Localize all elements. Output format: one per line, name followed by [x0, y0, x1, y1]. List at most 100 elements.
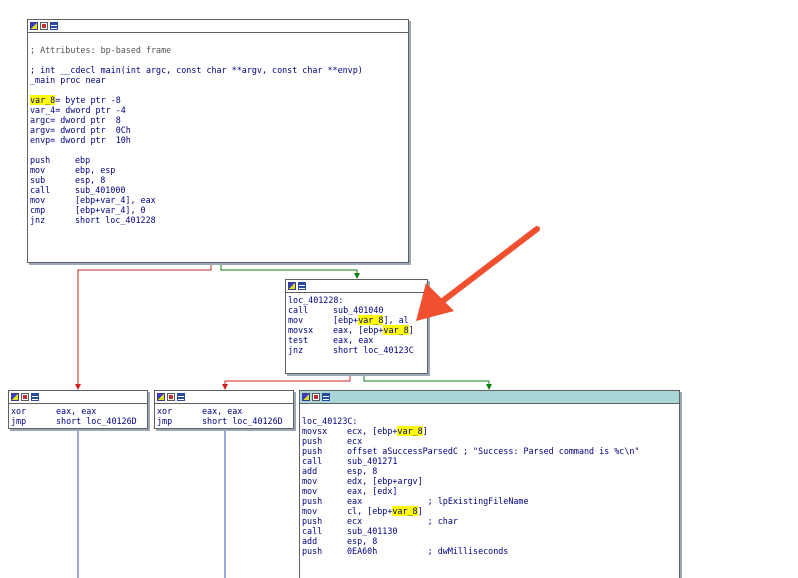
block-loc-401228[interactable]: loc_401228: call sub_401040 mov [ebp+var_8],… [285, 279, 428, 374]
asm-line[interactable]: argv= dword ptr 0Ch [30, 125, 406, 135]
asm-line[interactable]: push ebp [30, 155, 406, 165]
mnemonic: mov [302, 506, 318, 516]
asm-line[interactable]: call sub_401130 [302, 526, 677, 536]
annotation-arrow-icon [416, 226, 540, 321]
edit-icon[interactable] [167, 393, 175, 401]
list-icon[interactable] [177, 393, 185, 401]
mnemonic: jmp [157, 416, 173, 426]
asm-line[interactable]: var_8= byte ptr -8 [30, 95, 406, 105]
operand: ebp [75, 155, 91, 165]
asm-line[interactable] [30, 35, 406, 45]
asm-line[interactable]: mov cl, [ebp+var_8] [302, 506, 677, 516]
asm-line[interactable]: push 0EA60h ; dwMilliseconds [302, 546, 677, 556]
asm-line[interactable]: add esp, 8 [302, 466, 677, 476]
asm-line[interactable]: mov eax, [edx] [302, 486, 677, 496]
asm-text: loc_40123C: [302, 416, 358, 426]
edge-loc401228-to-fail2 [224, 374, 351, 385]
block-fail-1[interactable]: xor eax, eax jmp short loc_40126D [8, 390, 148, 429]
operand: short loc_40126D [202, 416, 283, 426]
asm-text: ; int __cdecl main(int argc, const char … [30, 65, 363, 75]
asm-line[interactable]: cmp [ebp+var_4], 0 [30, 205, 406, 215]
mnemonic: cmp [30, 205, 46, 215]
graph-node-icon[interactable] [302, 393, 310, 401]
block-title-bar [155, 391, 293, 404]
asm-line[interactable]: call sub_401000 [30, 185, 406, 195]
asm-line[interactable]: xor eax, eax [157, 406, 291, 416]
list-icon[interactable] [298, 282, 306, 290]
asm-line[interactable]: jnz short loc_40123C [288, 345, 425, 355]
asm-line[interactable]: test eax, eax [288, 335, 425, 345]
operand: 0EA60h ; dwMilliseconds [347, 546, 509, 556]
asm-line[interactable]: loc_401228: [288, 295, 425, 305]
asm-line[interactable] [30, 55, 406, 65]
asm-text: envp= dword ptr 10h [30, 135, 131, 145]
mnemonic: jnz [30, 215, 46, 225]
graph-node-icon[interactable] [157, 393, 165, 401]
asm-line[interactable]: call sub_401040 [288, 305, 425, 315]
asm-line[interactable]: ; int __cdecl main(int argc, const char … [30, 65, 406, 75]
asm-line[interactable]: loc_40123C: [302, 416, 677, 426]
asm-line[interactable]: argc= dword ptr 8 [30, 115, 406, 125]
asm-line[interactable]: push offset aSuccessParsedC ; "Success: P… [302, 446, 677, 456]
edit-icon[interactable] [40, 22, 48, 30]
graph-view[interactable]: ; Attributes: bp-based frame ; int __cdec… [0, 0, 798, 578]
asm-line[interactable]: jmp short loc_40126D [157, 416, 291, 426]
graph-node-icon[interactable] [11, 393, 19, 401]
block-loc-40123C[interactable]: loc_40123C: movsx ecx, [ebp+var_8] push ecx p… [299, 390, 680, 578]
asm-line[interactable]: push eax ; lpExistingFileName [302, 496, 677, 506]
asm-line[interactable]: call sub_401271 [302, 456, 677, 466]
asm-line[interactable]: mov [ebp+var_8], al [288, 315, 425, 325]
asm-listing: ; Attributes: bp-based frame ; int __cdec… [28, 33, 408, 226]
asm-line[interactable]: movsx eax, [ebp+var_8] [288, 325, 425, 335]
asm-line[interactable]: add esp, 8 [302, 536, 677, 546]
asm-line[interactable]: push ecx [302, 436, 677, 446]
asm-line[interactable]: _main proc near [30, 75, 406, 85]
asm-line[interactable]: push ecx ; char [302, 516, 677, 526]
mnemonic: call [288, 305, 309, 315]
asm-line[interactable]: sub esp, 8 [30, 175, 406, 185]
block-main[interactable]: ; Attributes: bp-based frame ; int __cdec… [27, 19, 409, 263]
asm-line[interactable]: envp= dword ptr 10h [30, 135, 406, 145]
asm-line[interactable]: xor eax, eax [11, 406, 145, 416]
edit-icon[interactable] [312, 393, 320, 401]
asm-text: var_4= dword ptr -4 [30, 105, 126, 115]
mnemonic: add [302, 466, 318, 476]
operand: ebp, esp [75, 165, 116, 175]
mnemonic: push [302, 516, 323, 526]
graph-node-icon[interactable] [30, 22, 38, 30]
asm-line[interactable]: mov ebp, esp [30, 165, 406, 175]
asm-line[interactable]: mov [ebp+var_4], eax [30, 195, 406, 205]
list-icon[interactable] [31, 393, 39, 401]
asm-line[interactable] [30, 145, 406, 155]
mnemonic: movsx [302, 426, 328, 436]
asm-line[interactable]: var_4= dword ptr -4 [30, 105, 406, 115]
operand: offset aSuccessParsedC ; "Success: Parse… [347, 446, 640, 456]
operand: [ebp+var_4], 0 [75, 205, 146, 215]
edit-icon[interactable] [21, 393, 29, 401]
operand: eax, eax [56, 406, 97, 416]
operand-suffix: ] [408, 325, 414, 335]
list-icon[interactable] [322, 393, 330, 401]
mnemonic: xor [11, 406, 27, 416]
block-title-bar [9, 391, 147, 404]
asm-text: loc_401228: [288, 295, 344, 305]
asm-listing: xor eax, eax jmp short loc_40126D [155, 404, 293, 427]
asm-line[interactable] [30, 85, 406, 95]
asm-line[interactable]: movsx ecx, [ebp+var_8] [302, 426, 677, 436]
asm-line[interactable]: ; Attributes: bp-based frame [30, 45, 406, 55]
asm-line[interactable]: mov edx, [ebp+argv] [302, 476, 677, 486]
asm-text: ; Attributes: bp-based frame [30, 45, 172, 55]
mnemonic: movsx [288, 325, 314, 335]
operand-prefix: [ebp+ [333, 315, 359, 325]
asm-line[interactable] [302, 406, 677, 416]
asm-line[interactable]: jmp short loc_40126D [11, 416, 145, 426]
operand-suffix: ] [417, 506, 423, 516]
mnemonic: add [302, 536, 318, 546]
graph-node-icon[interactable] [288, 282, 296, 290]
block-fail-2[interactable]: xor eax, eax jmp short loc_40126D [154, 390, 294, 429]
asm-line[interactable]: jnz short loc_401228 [30, 215, 406, 225]
operand-suffix: ] [422, 426, 428, 436]
list-icon[interactable] [50, 22, 58, 30]
operand: ecx ; char [347, 516, 458, 526]
mnemonic: mov [302, 486, 318, 496]
